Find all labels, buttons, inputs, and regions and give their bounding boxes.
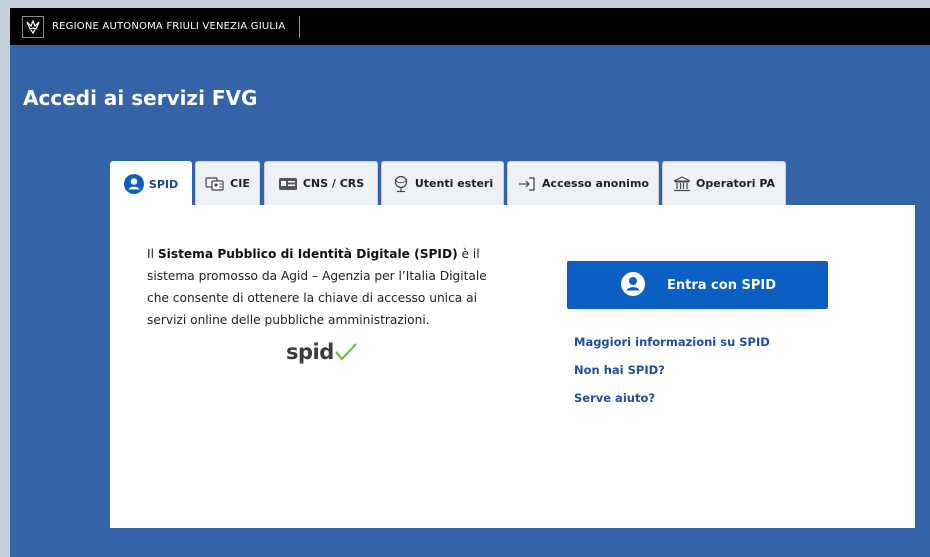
tab-label: Accesso anonimo <box>542 177 649 190</box>
tab-label: CIE <box>230 177 250 190</box>
entra-con-spid-button[interactable]: Entra con SPID <box>567 261 828 309</box>
tab-label: Operatori PA <box>696 177 775 190</box>
page-frame: REGIONE AUTONOMA FRIULI VENEZIA GIULIA A… <box>10 8 930 557</box>
link-serve-aiuto[interactable]: Serve aiuto? <box>574 390 770 418</box>
tab-label: CNS / CRS <box>302 177 365 190</box>
id-card-icon <box>205 176 225 192</box>
globe-icon <box>392 175 410 193</box>
link-maggiori-informazioni[interactable]: Maggiori informazioni su SPID <box>574 334 770 362</box>
institution-icon <box>673 175 691 192</box>
region-header-bar: REGIONE AUTONOMA FRIULI VENEZIA GIULIA <box>10 8 930 45</box>
tab-cns-crs[interactable]: CNS / CRS <box>264 161 378 205</box>
tab-utenti-esteri[interactable]: Utenti esteri <box>381 161 504 205</box>
user-circle-icon <box>621 271 645 299</box>
link-non-hai-spid[interactable]: Non hai SPID? <box>574 362 770 390</box>
sign-in-icon <box>517 176 537 192</box>
header-divider <box>299 15 301 38</box>
spid-description: Il Sistema Pubblico di Identità Digitale… <box>147 243 507 331</box>
smart-card-icon <box>278 177 298 191</box>
button-label: Entra con SPID <box>667 277 776 293</box>
spid-logo: spid <box>286 340 358 364</box>
user-circle-icon <box>123 174 144 194</box>
spid-tab-panel: Il Sistema Pubblico di Identità Digitale… <box>110 205 915 528</box>
tab-operatori-pa[interactable]: Operatori PA <box>662 161 786 205</box>
page-title: Accedi ai servizi FVG <box>23 86 258 110</box>
spid-logo-text: spid <box>286 340 334 364</box>
description-prefix: Il <box>147 247 158 261</box>
tab-label: Utenti esteri <box>414 177 494 190</box>
tab-accesso-anonimo[interactable]: Accesso anonimo <box>507 161 659 205</box>
tab-cie[interactable]: CIE <box>195 161 260 205</box>
tab-label: SPID <box>148 177 179 191</box>
region-name: REGIONE AUTONOMA FRIULI VENEZIA GIULIA <box>52 21 286 32</box>
description-emphasis: Sistema Pubblico di Identità Digitale (S… <box>157 247 458 261</box>
tab-spid[interactable]: SPID <box>110 161 192 207</box>
check-icon <box>334 343 357 361</box>
region-eagle-logo-icon <box>22 15 44 38</box>
spid-help-links: Maggiori informazioni su SPID Non hai SP… <box>574 334 770 418</box>
